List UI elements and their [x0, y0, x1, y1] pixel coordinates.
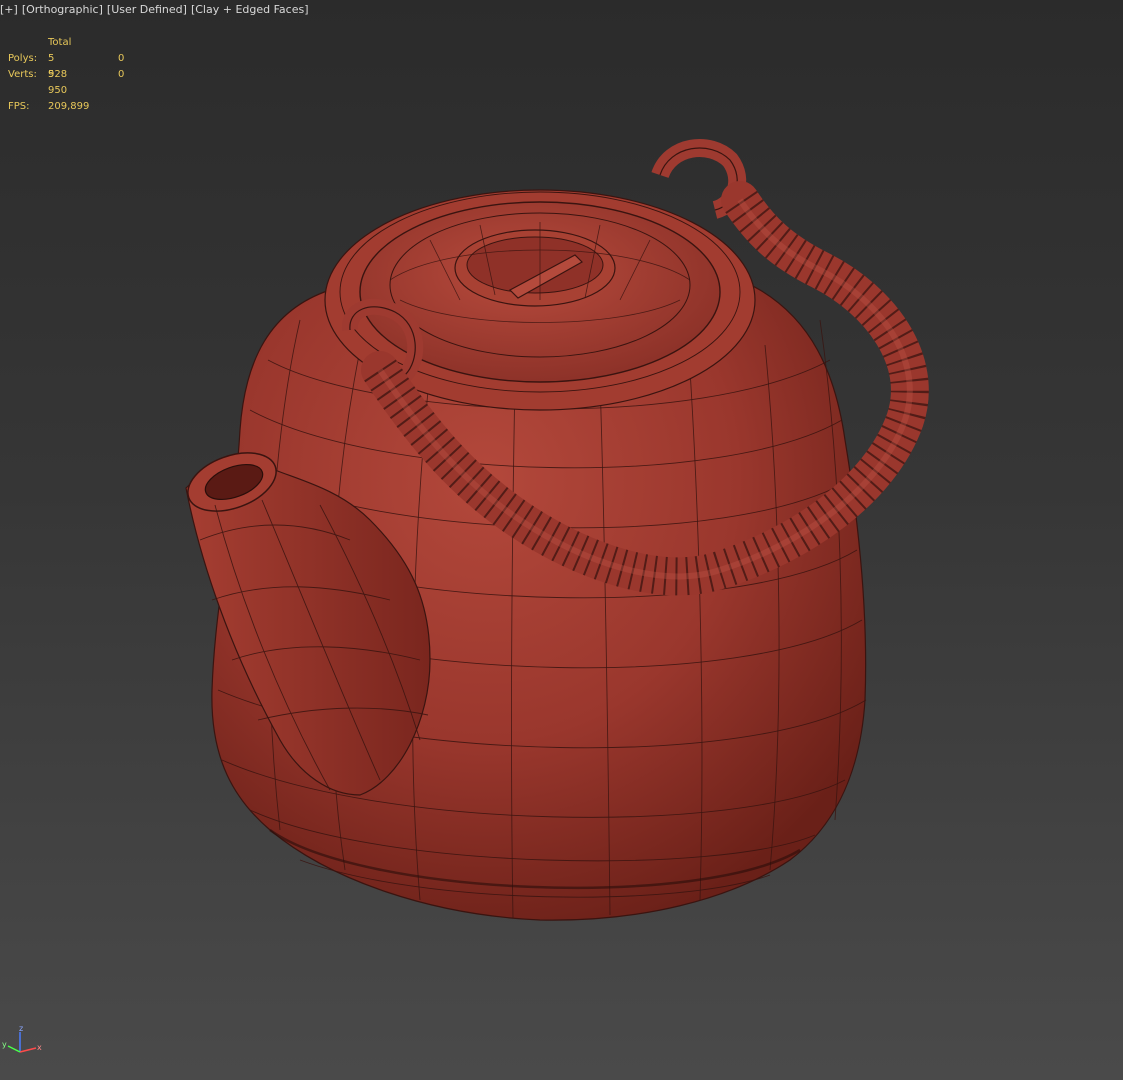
- teapot-mesh[interactable]: [0, 0, 1123, 1080]
- 3d-viewport[interactable]: [+] [Orthographic] [User Defined] [Clay …: [0, 0, 1123, 1080]
- axis-gizmo: z x y: [2, 1024, 42, 1053]
- axis-y-label: y: [2, 1040, 7, 1049]
- axis-z-label: z: [19, 1024, 23, 1033]
- axis-x-label: x: [37, 1043, 42, 1052]
